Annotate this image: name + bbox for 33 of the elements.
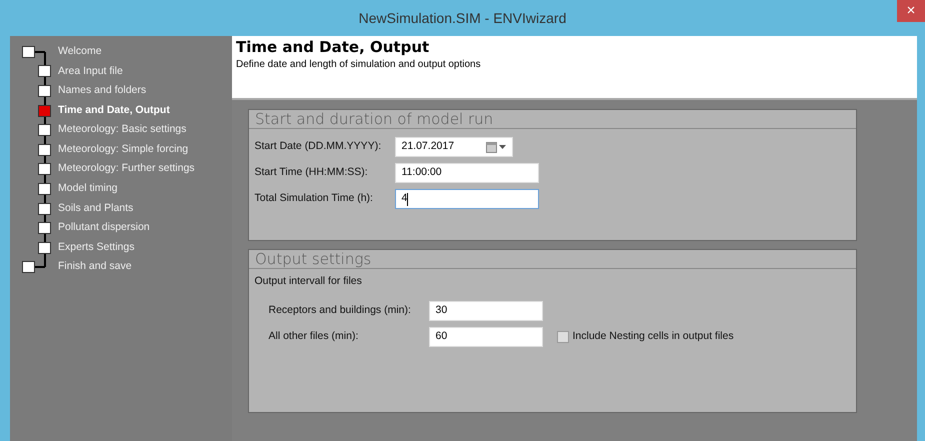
page-title: Time and Date, Output [236, 38, 430, 57]
sidebar-item[interactable]: Pollutant dispersion [58, 220, 150, 236]
sidebar-item[interactable]: Model timing [58, 181, 118, 197]
input-field[interactable]: 4 [394, 189, 538, 210]
field-label: All other files (min): [268, 328, 360, 344]
input-field[interactable]: 60 [428, 326, 542, 347]
sidebar-item[interactable]: Time and Date, Output [58, 102, 170, 118]
sidebar-item[interactable]: Area Input file [58, 64, 123, 80]
page-subtitle: Define date and length of simulation and output options [236, 58, 482, 72]
field-label: Receptors and buildings (min): [268, 302, 412, 318]
sidebar-item[interactable]: Finish and save [58, 259, 132, 276]
date-picker[interactable]: 21.07.2017 [394, 137, 512, 158]
field-label: Start Time (HH:MM:SS): [254, 165, 369, 180]
sidebar-item[interactable]: Meteorology: Further settings [58, 161, 195, 178]
field-label: Total Simulation Time (h): [254, 191, 374, 206]
group-title: Start and duration of model run [249, 110, 856, 129]
input-field[interactable]: 30 [428, 300, 542, 321]
sidebar-item[interactable]: Soils and Plants [58, 200, 134, 216]
section-label: Output intervall for files [254, 274, 363, 290]
sidebar-item[interactable]: Meteorology: Simple forcing [58, 142, 188, 158]
caret-icon[interactable] [498, 145, 506, 150]
checkbox-label: Include Nesting cells in output files [572, 328, 734, 344]
sidebar-item[interactable]: Experts Settings [58, 240, 134, 256]
input-field[interactable]: 11:00:00 [394, 163, 538, 184]
sidebar-item[interactable]: Welcome [58, 44, 102, 60]
sidebar-item[interactable]: Names and folders [58, 83, 146, 99]
sidebar-item[interactable]: Meteorology: Basic settings [58, 122, 186, 138]
checkbox[interactable] [556, 330, 568, 343]
window-title: NewSimulation.SIM - ENVIwizard [358, 8, 566, 28]
close-button[interactable]: × [897, 0, 925, 22]
group-title: Output settings [249, 250, 856, 269]
field-label: Start Date (DD.MM.YYYY): [254, 139, 382, 154]
calendar-icon[interactable] [486, 142, 496, 153]
